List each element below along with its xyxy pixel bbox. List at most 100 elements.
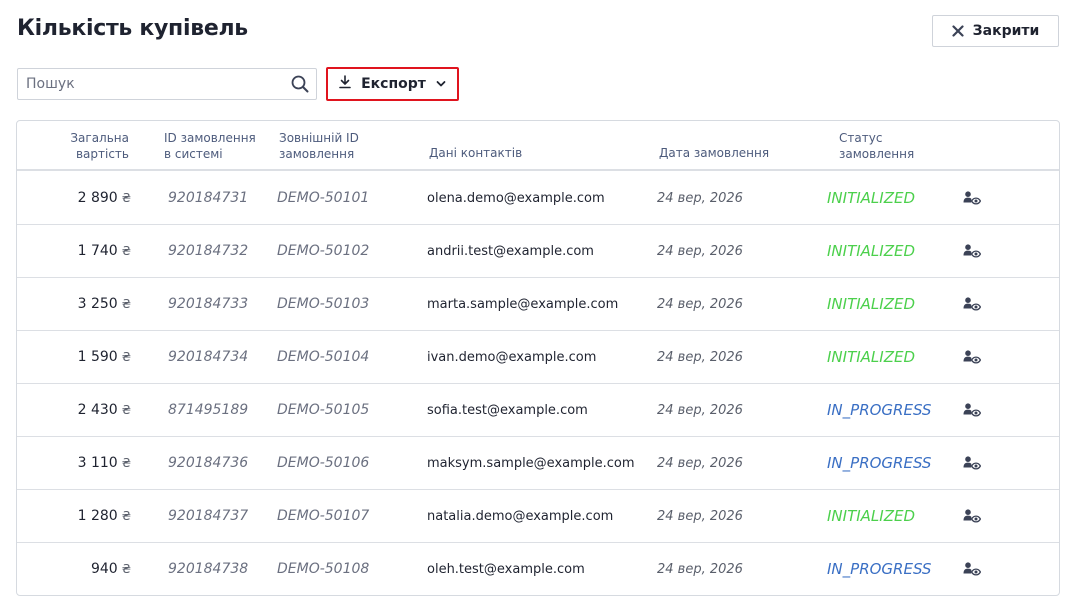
- total-value: 1 280: [77, 508, 118, 524]
- table-row[interactable]: 2 890 ₴ 920184731 DEMO-50101 olena.demo@exam…: [17, 172, 1059, 225]
- order-id-cell: 920184738: [168, 561, 249, 577]
- column-header-contact: Дані контактів: [429, 121, 522, 171]
- contact-cell: ivan.demo@example.com: [427, 349, 597, 365]
- currency-symbol: ₴: [121, 191, 131, 205]
- column-header-date-label: Дата замовлення: [659, 146, 770, 160]
- table-row[interactable]: 1 590 ₴ 920184734 DEMO-50104 ivan.demo@examp…: [17, 331, 1059, 384]
- date-cell: 24 вер, 2026: [657, 508, 743, 524]
- total-value: 940: [90, 561, 118, 577]
- external-id-cell: DEMO-50102: [277, 243, 370, 259]
- date-cell: 24 вер, 2026: [657, 349, 743, 365]
- status-badge: IN_PROGRESS: [827, 401, 932, 419]
- status-badge: INITIALIZED: [827, 507, 916, 525]
- column-header-order-id-line2: в системі: [164, 147, 223, 161]
- status-badge: INITIALIZED: [827, 189, 916, 207]
- date-cell: 24 вер, 2026: [657, 243, 743, 259]
- date-cell: 24 вер, 2026: [657, 561, 743, 577]
- user-view-icon[interactable]: [963, 278, 981, 330]
- user-view-icon[interactable]: [963, 384, 981, 436]
- order-id-cell: 920184732: [168, 243, 249, 259]
- table-row[interactable]: 2 430 ₴ 871495189 DEMO-50105 sofia.test@exam…: [17, 384, 1059, 437]
- currency-symbol: ₴: [121, 244, 131, 258]
- order-id-cell: 920184731: [168, 190, 249, 206]
- status-badge: INITIALIZED: [827, 242, 916, 260]
- total-cell: 3 250 ₴: [78, 278, 131, 330]
- user-view-icon[interactable]: [963, 172, 981, 224]
- download-icon: [339, 75, 351, 93]
- total-cell: 1 740 ₴: [78, 225, 131, 277]
- column-header-status: Статус замовлення: [839, 121, 914, 171]
- user-view-icon[interactable]: [963, 331, 981, 383]
- column-header-total: Загальна вартість: [70, 121, 129, 171]
- close-icon: [952, 25, 964, 37]
- export-button-label: Експорт: [361, 76, 426, 92]
- order-id-cell: 920184733: [168, 296, 249, 312]
- column-header-contact-label: Дані контактів: [429, 146, 523, 160]
- external-id-cell: DEMO-50105: [277, 402, 370, 418]
- column-header-external-id-line1: Зовнішній ID: [279, 131, 359, 145]
- external-id-cell: DEMO-50106: [277, 455, 370, 471]
- external-id-cell: DEMO-50103: [277, 296, 370, 312]
- date-cell: 24 вер, 2026: [657, 296, 743, 312]
- user-view-icon[interactable]: [963, 490, 981, 542]
- total-cell: 1 280 ₴: [78, 490, 131, 542]
- currency-symbol: ₴: [121, 403, 131, 417]
- date-cell: 24 вер, 2026: [657, 190, 743, 206]
- search-input[interactable]: [18, 69, 278, 99]
- total-value: 3 250: [77, 296, 118, 312]
- column-header-total-line2: вартість: [75, 147, 129, 161]
- table-row[interactable]: 3 250 ₴ 920184733 DEMO-50103 marta.sample@ex…: [17, 278, 1059, 331]
- total-cell: 1 590 ₴: [78, 331, 131, 383]
- currency-symbol: ₴: [121, 350, 131, 364]
- search-box: [17, 68, 317, 100]
- column-header-total-line1: Загальна: [70, 131, 129, 145]
- contact-cell: andrii.test@example.com: [427, 243, 594, 259]
- total-cell: 2 890 ₴: [78, 172, 131, 224]
- contact-cell: natalia.demo@example.com: [427, 508, 614, 524]
- total-cell: 2 430 ₴: [78, 384, 131, 436]
- chevron-down-icon: [436, 76, 446, 92]
- status-badge: IN_PROGRESS: [827, 560, 932, 578]
- external-id-cell: DEMO-50107: [277, 508, 370, 524]
- status-badge: INITIALIZED: [827, 295, 916, 313]
- contact-cell: marta.sample@example.com: [427, 296, 619, 312]
- column-header-external-id: Зовнішній ID замовлення: [279, 121, 359, 171]
- total-value: 1 590: [77, 349, 118, 365]
- order-id-cell: 871495189: [168, 402, 249, 418]
- user-view-icon[interactable]: [963, 437, 981, 489]
- contact-cell: sofia.test@example.com: [427, 402, 588, 418]
- currency-symbol: ₴: [121, 297, 131, 311]
- date-cell: 24 вер, 2026: [657, 402, 743, 418]
- order-id-cell: 920184736: [168, 455, 249, 471]
- column-header-status-line1: Статус: [839, 131, 883, 145]
- status-badge: INITIALIZED: [827, 348, 916, 366]
- user-view-icon[interactable]: [963, 225, 981, 277]
- export-button[interactable]: Експорт: [326, 67, 459, 101]
- table-header: Загальна вартість ID замовлення в систем…: [17, 121, 1059, 171]
- column-header-date: Дата замовлення: [659, 121, 769, 171]
- column-header-status-line2: замовлення: [839, 147, 915, 161]
- close-button-label: Закрити: [972, 23, 1040, 39]
- total-cell: 940 ₴: [91, 543, 131, 595]
- search-icon[interactable]: [291, 75, 309, 97]
- currency-symbol: ₴: [121, 456, 131, 470]
- contact-cell: olena.demo@example.com: [427, 190, 605, 206]
- table-row[interactable]: 940 ₴ 920184738 DEMO-50108 oleh.test@example…: [17, 543, 1059, 595]
- user-view-icon[interactable]: [963, 543, 981, 595]
- total-cell: 3 110 ₴: [78, 437, 131, 489]
- close-button[interactable]: Закрити: [932, 15, 1059, 47]
- table-row[interactable]: 1 740 ₴ 920184732 DEMO-50102 andrii.test@exa…: [17, 225, 1059, 278]
- total-value: 1 740: [77, 243, 118, 259]
- page-title: Кількість купівель: [17, 16, 248, 41]
- total-value: 2 890: [77, 190, 118, 206]
- currency-symbol: ₴: [121, 562, 131, 576]
- column-header-external-id-line2: замовлення: [279, 147, 355, 161]
- external-id-cell: DEMO-50104: [277, 349, 370, 365]
- table-row[interactable]: 1 280 ₴ 920184737 DEMO-50107 natalia.demo@ex…: [17, 490, 1059, 543]
- external-id-cell: DEMO-50108: [277, 561, 370, 577]
- total-value: 2 430: [77, 402, 118, 418]
- table-row[interactable]: 3 110 ₴ 920184736 DEMO-50106 maksym.sample@e…: [17, 437, 1059, 490]
- contact-cell: oleh.test@example.com: [427, 561, 585, 577]
- order-id-cell: 920184734: [168, 349, 249, 365]
- date-cell: 24 вер, 2026: [657, 455, 743, 471]
